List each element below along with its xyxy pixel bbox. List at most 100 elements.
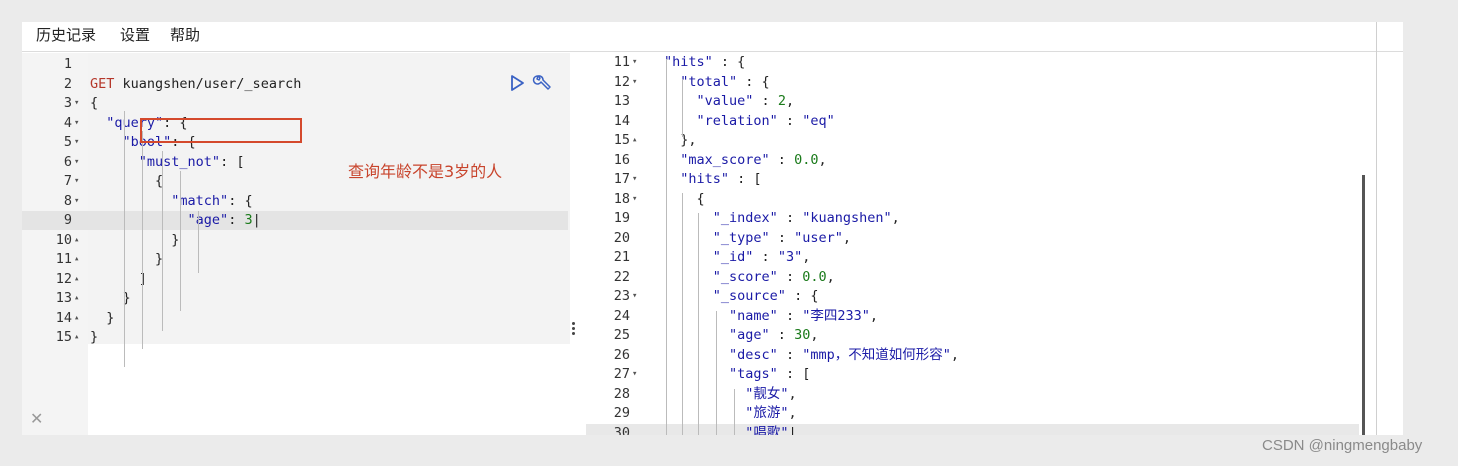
- editor-line-12[interactable]: 12 ▴ ]: [22, 270, 568, 289]
- editor-line-1[interactable]: 1: [22, 55, 568, 74]
- editor-line-2[interactable]: 2 GET kuangshen/user/_search: [22, 75, 568, 94]
- line-number: 11: [613, 54, 630, 70]
- code-text: {: [90, 95, 99, 111]
- indent-guide: [734, 389, 735, 435]
- fold-expand-icon[interactable]: ▴: [74, 250, 84, 269]
- fold-collapse-icon[interactable]: ▾: [632, 287, 642, 306]
- result-line-19[interactable]: 19 "_index" : "kuangshen",: [586, 209, 1359, 228]
- result-line-20[interactable]: 20 "_type" : "user",: [586, 229, 1359, 248]
- editor-line-14[interactable]: 14 ▴ }: [22, 309, 568, 328]
- code-text: "hits" : {: [664, 54, 746, 70]
- fold-collapse-icon[interactable]: ▾: [74, 94, 84, 113]
- close-icon[interactable]: ✕: [30, 409, 43, 428]
- result-line-30[interactable]: 30 "唱歌"|: [586, 423, 1359, 436]
- indent-guide: [180, 171, 181, 311]
- fold-collapse-icon[interactable]: ▾: [74, 133, 84, 152]
- panel-splitter-handle[interactable]: [570, 320, 576, 342]
- result-line-28[interactable]: 28 "靓女",: [586, 385, 1359, 404]
- fold-expand-icon[interactable]: ▴: [74, 309, 84, 328]
- result-line-18[interactable]: 18 ▾ {: [586, 190, 1359, 209]
- fold-collapse-icon[interactable]: ▾: [74, 153, 84, 172]
- code-text: }: [90, 251, 164, 267]
- line-number: 23: [613, 288, 630, 304]
- indent-guide: [682, 193, 683, 435]
- indent-guide: [716, 311, 717, 435]
- result-line-14[interactable]: 14 "relation" : "eq": [586, 112, 1359, 131]
- line-number: 13: [613, 93, 630, 109]
- line-number: 27: [613, 366, 630, 382]
- code-text: "_source" : {: [712, 288, 819, 304]
- response-scrollbar[interactable]: [1362, 175, 1365, 435]
- result-line-29[interactable]: 29 "旅游",: [586, 404, 1359, 423]
- line-number: 25: [613, 327, 630, 343]
- indent-guide: [198, 211, 199, 273]
- code-text: "唱歌"|: [745, 424, 797, 436]
- code-text: }: [90, 309, 115, 326]
- fold-expand-icon[interactable]: ▴: [74, 289, 84, 308]
- menu-bar: 历史记录 设置 帮助: [22, 22, 1403, 52]
- line-number: 11: [55, 251, 72, 267]
- result-line-15[interactable]: 15 ▴ },: [586, 131, 1359, 150]
- fold-expand-icon[interactable]: ▴: [632, 131, 642, 150]
- response-viewer[interactable]: 11 ▾ "hits" : {12 ▾ "total" : {13 "value" :…: [586, 53, 1359, 435]
- code-text: "desc" : "mmp，不知道如何形容",: [729, 346, 959, 363]
- editor-line-9[interactable]: 9 "age": 3|: [22, 211, 568, 230]
- result-line-24[interactable]: 24 "name" : "李四233",: [586, 307, 1359, 326]
- play-triangle-icon[interactable]: [508, 74, 526, 92]
- fold-collapse-icon[interactable]: ▾: [632, 73, 642, 92]
- editor-line-15[interactable]: 15 ▴}: [22, 328, 568, 347]
- result-line-22[interactable]: 22 "_score" : 0.0,: [586, 268, 1359, 287]
- result-line-25[interactable]: 25 "age" : 30,: [586, 326, 1359, 345]
- line-number: 13: [55, 290, 72, 306]
- menu-settings[interactable]: 设置: [120, 24, 150, 45]
- menu-history[interactable]: 历史记录: [36, 24, 96, 45]
- result-line-13[interactable]: 13 "value" : 2,: [586, 92, 1359, 111]
- editor-line-11[interactable]: 11 ▴ }: [22, 250, 568, 269]
- code-text: "must_not": [: [138, 153, 245, 170]
- line-number: 2: [63, 75, 72, 92]
- line-number: 10: [55, 231, 72, 248]
- request-editor[interactable]: 1 2 GET kuangshen/user/_search 3 ▾{4 ▾ "query…: [22, 53, 584, 435]
- indent-guide: [162, 151, 163, 331]
- fold-collapse-icon[interactable]: ▾: [632, 53, 642, 72]
- result-line-21[interactable]: 21 "_id" : "3",: [586, 248, 1359, 267]
- fold-collapse-icon[interactable]: ▾: [74, 172, 84, 191]
- result-line-23[interactable]: 23 ▾ "_source" : {: [586, 287, 1359, 306]
- code-text: "relation" : "eq": [696, 112, 835, 129]
- result-line-27[interactable]: 27 ▾ "tags" : [: [586, 365, 1359, 384]
- indent-guide: [142, 131, 143, 349]
- code-text: "_type" : "user",: [712, 229, 851, 246]
- line-number: 4: [63, 114, 72, 131]
- result-line-12[interactable]: 12 ▾ "total" : {: [586, 73, 1359, 92]
- result-line-11[interactable]: 11 ▾ "hits" : {: [586, 53, 1359, 72]
- line-number: 21: [613, 249, 630, 265]
- result-line-26[interactable]: 26 "desc" : "mmp，不知道如何形容",: [586, 346, 1359, 365]
- code-text: "tags" : [: [729, 366, 811, 382]
- fold-collapse-icon[interactable]: ▾: [632, 170, 642, 189]
- line-number: 16: [613, 151, 630, 168]
- fold-collapse-icon[interactable]: ▾: [632, 190, 642, 209]
- result-line-17[interactable]: 17 ▾ "hits" : [: [586, 170, 1359, 189]
- editor-line-8[interactable]: 8 ▾ "match": {: [22, 192, 568, 211]
- line-number: 18: [613, 190, 630, 207]
- fold-expand-icon[interactable]: ▴: [74, 270, 84, 289]
- indent-guide: [666, 59, 667, 435]
- result-line-16[interactable]: 16 "max_score" : 0.0,: [586, 151, 1359, 170]
- menu-help[interactable]: 帮助: [170, 24, 200, 45]
- fold-expand-icon[interactable]: ▴: [74, 328, 84, 347]
- must-not-highlight-box: [140, 118, 302, 143]
- line-number: 8: [63, 192, 72, 209]
- fold-collapse-icon[interactable]: ▾: [74, 192, 84, 211]
- code-text: "total" : {: [680, 73, 770, 90]
- line-number: 1: [63, 56, 72, 72]
- code-text: "靓女",: [745, 385, 797, 402]
- code-text: "旅游",: [745, 405, 797, 421]
- annotation-text: 查询年龄不是3岁的人: [348, 162, 503, 181]
- fold-expand-icon[interactable]: ▴: [74, 231, 84, 250]
- wrench-icon[interactable]: [532, 73, 552, 93]
- editor-line-3[interactable]: 3 ▾ {: [22, 94, 568, 113]
- editor-line-13[interactable]: 13 ▴ }: [22, 289, 568, 308]
- fold-collapse-icon[interactable]: ▾: [632, 365, 642, 384]
- fold-collapse-icon[interactable]: ▾: [74, 114, 84, 133]
- editor-line-10[interactable]: 10 ▴ }: [22, 231, 568, 250]
